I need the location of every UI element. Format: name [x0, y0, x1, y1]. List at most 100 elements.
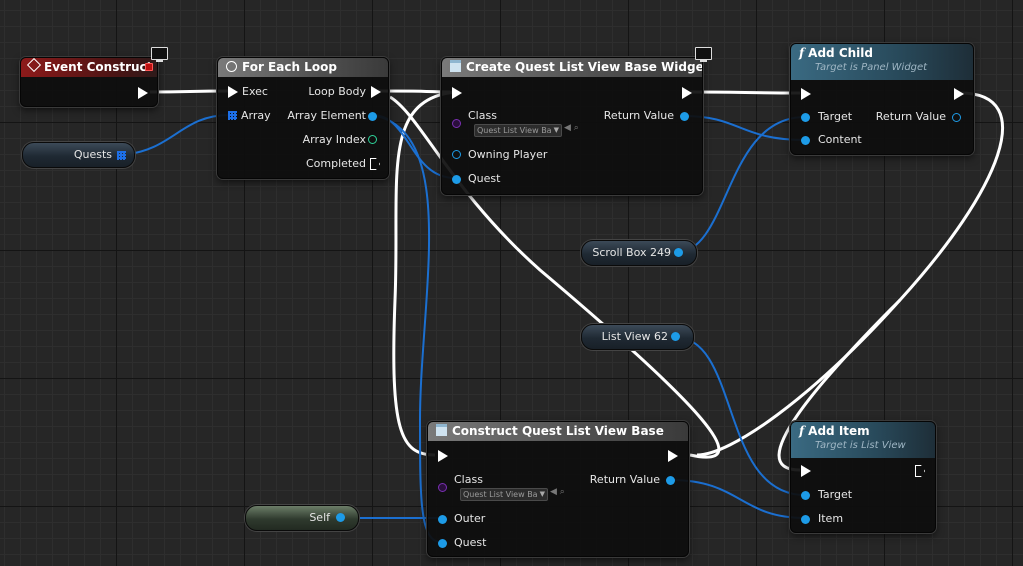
list-view-variable-label: List View 62 — [601, 330, 668, 343]
add-child-exec-in[interactable] — [801, 88, 811, 100]
loop-body-label: Loop Body — [308, 85, 366, 98]
add-item-item-label: Item — [818, 512, 844, 525]
list-view-pin[interactable] — [671, 332, 680, 341]
self-variable-label: Self — [309, 511, 330, 524]
add-item-exec-in[interactable] — [801, 465, 811, 477]
construct-return-pin[interactable] — [666, 476, 675, 485]
add-child-content-pin[interactable] — [801, 136, 810, 145]
add-child-content-label: Content — [818, 133, 862, 146]
chevron-down-icon: ▼ — [553, 126, 559, 134]
array-grid-icon[interactable] — [228, 111, 237, 120]
event-construct-exec-out[interactable] — [138, 87, 148, 99]
event-construct-title: Event Construct — [44, 60, 153, 74]
browse-icon[interactable]: ◀ ⌕ — [550, 487, 565, 497]
add-item-title: Add Item — [808, 424, 870, 438]
create-return-label: Return Value — [603, 109, 674, 122]
quests-variable-node[interactable]: Quests — [22, 142, 135, 168]
construct-object-title: Construct Quest List View Base — [452, 424, 664, 438]
create-quest-pin[interactable] — [452, 175, 461, 184]
monitor-icon — [151, 47, 168, 62]
construct-class-pin[interactable] — [438, 483, 447, 492]
construct-class-combo[interactable]: Quest List View Ba ▼ — [460, 488, 548, 501]
scroll-box-variable-node[interactable]: Scroll Box 249 — [581, 240, 697, 266]
create-widget-title: Create Quest List View Base Widget — [466, 60, 702, 74]
add-item-target-label: Target — [818, 488, 853, 501]
loop-array-label: Array — [241, 109, 271, 122]
add-child-target-pin[interactable] — [801, 113, 810, 122]
array-element-pin[interactable] — [368, 112, 377, 121]
chevron-down-icon: ▼ — [539, 490, 545, 498]
exec-wire-create-to-addchild — [689, 90, 801, 95]
owning-player-label: Owning Player — [468, 148, 548, 161]
add-child-target-label: Target — [818, 110, 853, 123]
event-diamond-icon — [26, 58, 42, 73]
add-child-node[interactable]: f Add Child Target is Panel Widget Target… — [790, 43, 974, 155]
widget-icon — [450, 60, 461, 72]
create-class-combo-value: Quest List View Ba — [477, 126, 552, 135]
create-widget-header: Create Quest List View Base Widget — [442, 58, 702, 77]
data-wire-construct-return-to-item — [670, 479, 806, 519]
list-view-variable-node[interactable]: List View 62 — [581, 324, 694, 350]
array-index-pin[interactable] — [368, 135, 377, 144]
construct-exec-in[interactable] — [438, 450, 448, 462]
completed-label: Completed — [306, 157, 366, 170]
construct-class-combo-value: Quest List View Ba — [463, 490, 538, 499]
create-widget-exec-in[interactable] — [452, 87, 462, 99]
array-element-label: Array Element — [287, 109, 366, 122]
add-item-item-pin[interactable] — [801, 515, 810, 524]
add-item-exec-out[interactable] — [915, 465, 925, 477]
construct-object-node[interactable]: Construct Quest List View Base Class Que… — [427, 421, 689, 557]
construct-object-header: Construct Quest List View Base — [428, 422, 688, 441]
add-item-node[interactable]: f Add Item Target is List View Target Ite… — [790, 421, 936, 533]
construct-quest-label: Quest — [454, 536, 487, 549]
add-child-header: f Add Child Target is Panel Widget — [791, 44, 973, 80]
loop-icon — [226, 61, 237, 72]
data-wire-quests-to-array — [121, 114, 231, 156]
array-grid-icon[interactable] — [117, 151, 126, 160]
outer-label: Outer — [454, 512, 486, 525]
create-return-pin[interactable] — [680, 112, 689, 121]
add-item-subtitle: Target is List View — [815, 440, 906, 451]
browse-icon[interactable]: ◀ ⌕ — [564, 123, 579, 133]
add-child-title: Add Child — [808, 46, 873, 60]
self-pin[interactable] — [336, 513, 345, 522]
event-construct-header: Event Construct — [21, 58, 157, 77]
create-class-label: Class — [468, 109, 497, 122]
quests-variable-label: Quests — [73, 148, 112, 161]
owning-player-pin[interactable] — [452, 150, 461, 159]
add-child-exec-out[interactable] — [954, 88, 964, 100]
for-each-loop-header: For Each Loop — [218, 58, 388, 77]
self-variable-node[interactable]: Self — [245, 505, 359, 531]
add-child-return-label: Return Value — [875, 110, 946, 123]
completed-exec-out[interactable] — [370, 158, 380, 170]
array-index-label: Array Index — [302, 133, 366, 146]
add-child-return-pin[interactable] — [952, 113, 961, 122]
function-icon: f — [799, 46, 805, 60]
event-delegate-pin[interactable] — [145, 63, 153, 71]
create-widget-exec-out[interactable] — [682, 87, 692, 99]
add-item-header: f Add Item Target is List View — [791, 422, 935, 458]
widget-icon — [436, 424, 447, 436]
construct-exec-out[interactable] — [668, 450, 678, 462]
outer-pin[interactable] — [438, 515, 447, 524]
construct-class-label: Class — [454, 473, 483, 486]
for-each-loop-title: For Each Loop — [242, 60, 337, 74]
create-quest-label: Quest — [468, 172, 501, 185]
add-child-subtitle: Target is Panel Widget — [815, 62, 928, 73]
for-each-loop-node[interactable]: For Each Loop Exec Array Loop Body Array… — [217, 57, 389, 179]
loop-body-exec-out[interactable] — [371, 86, 381, 98]
construct-quest-pin[interactable] — [438, 539, 447, 548]
monitor-icon — [695, 47, 712, 62]
create-class-pin[interactable] — [452, 119, 461, 128]
loop-exec-label: Exec — [242, 85, 268, 98]
create-widget-node[interactable]: Create Quest List View Base Widget Class… — [441, 57, 703, 195]
add-item-target-pin[interactable] — [801, 491, 810, 500]
create-class-combo[interactable]: Quest List View Ba ▼ — [474, 124, 562, 137]
scroll-box-variable-label: Scroll Box 249 — [592, 246, 671, 259]
scroll-box-pin[interactable] — [674, 248, 683, 257]
construct-return-label: Return Value — [589, 473, 660, 486]
data-wire-listview-to-target — [674, 336, 806, 496]
event-construct-node[interactable]: Event Construct — [20, 57, 158, 107]
loop-exec-in[interactable] — [228, 86, 238, 98]
function-icon: f — [799, 424, 805, 438]
